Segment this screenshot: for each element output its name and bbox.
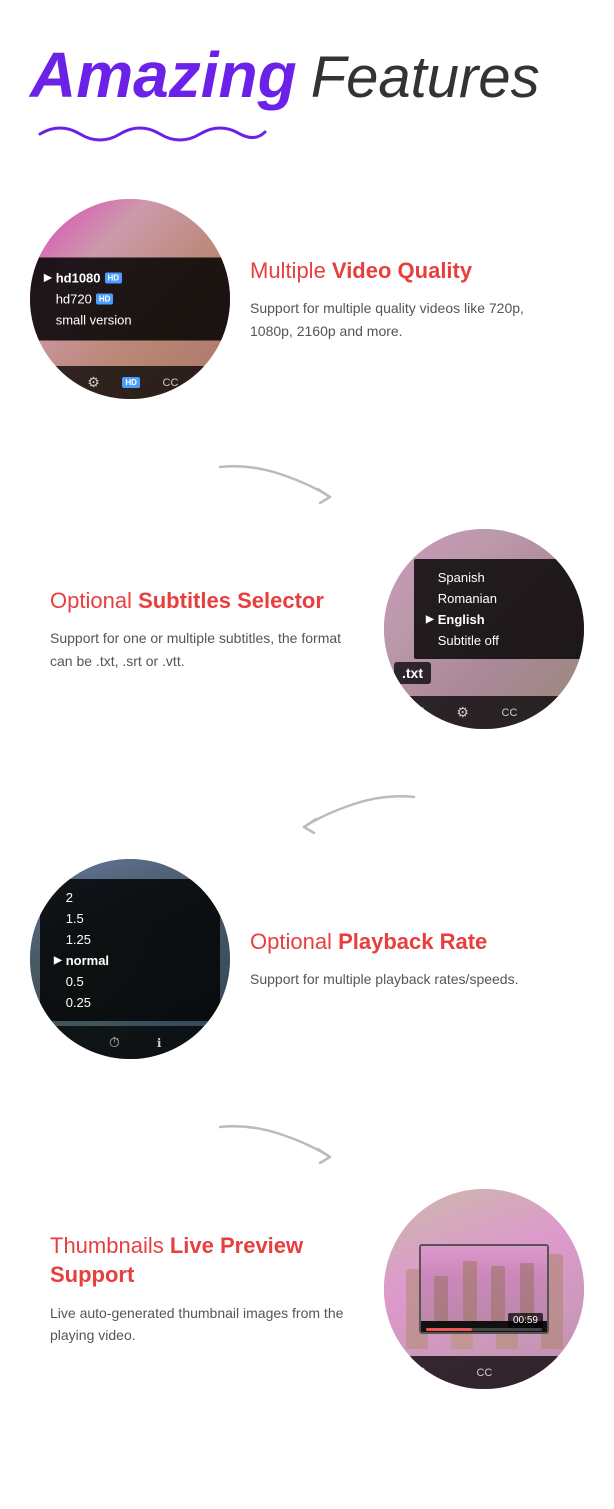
thumb-progress-track bbox=[426, 1328, 542, 1331]
arrow-2-pos bbox=[294, 789, 424, 839]
vq-label: Multiple Video Quality bbox=[250, 257, 564, 286]
sub-label-spanish: Spanish bbox=[438, 570, 485, 585]
sub-desc: Support for one or multiple subtitles, t… bbox=[50, 627, 364, 672]
pb-label-0-5: 0.5 bbox=[66, 974, 84, 989]
arrow-3 bbox=[30, 1119, 584, 1159]
feature-video-quality: ▶ hd1080 HD ▶ hd720 HD ▶ small version <… bbox=[30, 199, 584, 399]
header-title: Amazing Features bbox=[30, 40, 584, 110]
sub-label-romanian: Romanian bbox=[438, 591, 497, 606]
sub-txt-badge: .txt bbox=[394, 662, 431, 684]
pb-dropdown: ▶ 2 ▶ 1.5 ▶ 1.25 ▶ normal ▶ 0.5 bbox=[40, 879, 220, 1021]
sub-text: Optional Subtitles Selector Support for … bbox=[30, 587, 384, 672]
sub-dropdown: ▶ Spanish ▶ Romanian ▶ English ▶ Subtitl… bbox=[414, 559, 584, 659]
vq-label-hd720: hd720 bbox=[56, 292, 92, 307]
pb-bold: Playback Rate bbox=[338, 929, 487, 954]
vq-text: Multiple Video Quality Support for multi… bbox=[230, 257, 584, 342]
sub-ctrl-clock: ⊙ bbox=[550, 704, 562, 721]
pb-ctrl-info: ℹ bbox=[157, 1036, 162, 1050]
sub-label-english: English bbox=[438, 612, 485, 627]
pb-label-normal: normal bbox=[66, 953, 109, 968]
vq-ctrl-code: </> bbox=[47, 376, 64, 390]
pb-item-0-25[interactable]: ▶ 0.25 bbox=[54, 992, 206, 1013]
pb-label-1-5: 1.5 bbox=[66, 911, 84, 926]
pb-item-2[interactable]: ▶ 2 bbox=[54, 887, 206, 908]
thumb-desc: Live auto-generated thumbnail images fro… bbox=[50, 1302, 364, 1347]
feature-playback: ▶ 2 ▶ 1.5 ▶ 1.25 ▶ normal ▶ 0.5 bbox=[30, 859, 584, 1059]
pb-ctrl-down: ↓ bbox=[198, 1035, 205, 1051]
page-wrapper: Amazing Features ▶ hd1080 HD ▶ hd720 bbox=[0, 0, 614, 1509]
pb-label-0-25: 0.25 bbox=[66, 995, 91, 1010]
sub-label-off: Subtitle off bbox=[438, 633, 499, 648]
vq-item-small[interactable]: ▶ small version bbox=[44, 310, 216, 331]
thumb-ctrl-cc: CC bbox=[476, 1367, 492, 1379]
title-features: Features bbox=[311, 46, 540, 110]
arrow-3-icon bbox=[210, 1119, 340, 1164]
thumb-progress-fill bbox=[426, 1328, 472, 1331]
title-amazing: Amazing bbox=[30, 40, 297, 110]
playback-circle: ▶ 2 ▶ 1.5 ▶ 1.25 ▶ normal ▶ 0.5 bbox=[30, 859, 230, 1059]
sub-ctrl-gear: ⚙ bbox=[456, 704, 469, 721]
vq-item-hd1080[interactable]: ▶ hd1080 HD bbox=[44, 268, 216, 289]
pb-label-2: 2 bbox=[66, 890, 73, 905]
sub-ctrl-hd: HD bbox=[406, 707, 424, 718]
thumb-timestamp: 00:59 bbox=[508, 1313, 543, 1328]
pb-desc: Support for multiple playback rates/spee… bbox=[250, 968, 564, 990]
squiggle-icon bbox=[30, 116, 270, 144]
header: Amazing Features bbox=[30, 40, 584, 149]
vq-prefix: Multiple bbox=[250, 258, 332, 283]
subtitles-circle: .txt ▶ Spanish ▶ Romanian ▶ English ▶ Su… bbox=[384, 529, 584, 729]
thumb-text: Thumbnails Live Preview Support Live aut… bbox=[30, 1232, 384, 1346]
thumbnails-circle: 00:59 ⚙ CC ⊙ bbox=[384, 1189, 584, 1389]
arrow-1-icon bbox=[210, 459, 340, 504]
thumb-prefix: Thumbnails bbox=[50, 1233, 170, 1258]
vq-badge-hd1080: HD bbox=[105, 273, 123, 284]
thumb-ctrl-clock: ⊙ bbox=[542, 1364, 554, 1381]
feature-subtitles: Optional Subtitles Selector Support for … bbox=[30, 529, 584, 729]
sub-prefix: Optional bbox=[50, 588, 138, 613]
pb-item-normal[interactable]: ▶ normal bbox=[54, 950, 206, 971]
feature-thumbnails: Thumbnails Live Preview Support Live aut… bbox=[30, 1189, 584, 1389]
sub-label: Optional Subtitles Selector bbox=[50, 587, 364, 616]
thumb-label: Thumbnails Live Preview Support bbox=[50, 1232, 364, 1289]
arrow-3-pos bbox=[210, 1119, 340, 1169]
sub-item-romanian[interactable]: ▶ Romanian bbox=[426, 588, 572, 609]
pb-text: Optional Playback Rate Support for multi… bbox=[230, 928, 584, 991]
arrow-2-icon bbox=[294, 789, 424, 834]
arrow-1-pos bbox=[210, 459, 340, 509]
vq-item-hd720[interactable]: ▶ hd720 HD bbox=[44, 289, 216, 310]
sub-ctrl-cc: CC bbox=[502, 707, 518, 719]
thumb-ctrl-gear: ⚙ bbox=[415, 1364, 428, 1381]
sub-item-english[interactable]: ▶ English bbox=[426, 609, 572, 630]
vq-ctrl-hd-badge: HD bbox=[122, 377, 140, 388]
pb-item-0-5[interactable]: ▶ 0.5 bbox=[54, 971, 206, 992]
vq-desc: Support for multiple quality videos like… bbox=[250, 297, 564, 342]
vq-ctrl-cc: CC bbox=[163, 377, 179, 389]
vq-ctrl-gear: ⚙ bbox=[87, 374, 100, 391]
pb-ctrl-code: </> bbox=[55, 1036, 72, 1050]
pb-item-1-25[interactable]: ▶ 1.25 bbox=[54, 929, 206, 950]
pb-item-1-5[interactable]: ▶ 1.5 bbox=[54, 908, 206, 929]
pb-ctrl-clock: ⏱ bbox=[109, 1034, 120, 1051]
sub-item-spanish[interactable]: ▶ Spanish bbox=[426, 567, 572, 588]
vq-bold: Video Quality bbox=[332, 258, 472, 283]
sub-bold: Subtitles Selector bbox=[138, 588, 324, 613]
vq-label-hd1080: hd1080 bbox=[56, 271, 101, 286]
arrow-2 bbox=[30, 789, 584, 829]
pb-label-1-25: 1.25 bbox=[66, 932, 91, 947]
arrow-1 bbox=[30, 459, 584, 499]
vq-controls-bar: </> ⚙ HD CC ⊙ bbox=[30, 366, 230, 399]
vq-badge-hd720: HD bbox=[96, 294, 114, 305]
video-quality-circle: ▶ hd1080 HD ▶ hd720 HD ▶ small version <… bbox=[30, 199, 230, 399]
thumb-preview-card: 00:59 bbox=[419, 1244, 549, 1334]
vq-label-small: small version bbox=[56, 313, 132, 328]
vq-ctrl-clock: ⊙ bbox=[201, 374, 213, 391]
sub-controls-bar: HD ⚙ CC ⊙ bbox=[384, 696, 584, 729]
thumb-controls-bar: ⚙ CC ⊙ bbox=[384, 1356, 584, 1389]
pb-label: Optional Playback Rate bbox=[250, 928, 564, 957]
thumb-preview-img bbox=[421, 1246, 547, 1321]
pb-prefix: Optional bbox=[250, 929, 338, 954]
pb-controls-bar: </> ⏱ ℹ ↓ bbox=[30, 1026, 230, 1059]
underline-squiggle bbox=[30, 116, 584, 149]
sub-item-off[interactable]: ▶ Subtitle off bbox=[426, 630, 572, 651]
